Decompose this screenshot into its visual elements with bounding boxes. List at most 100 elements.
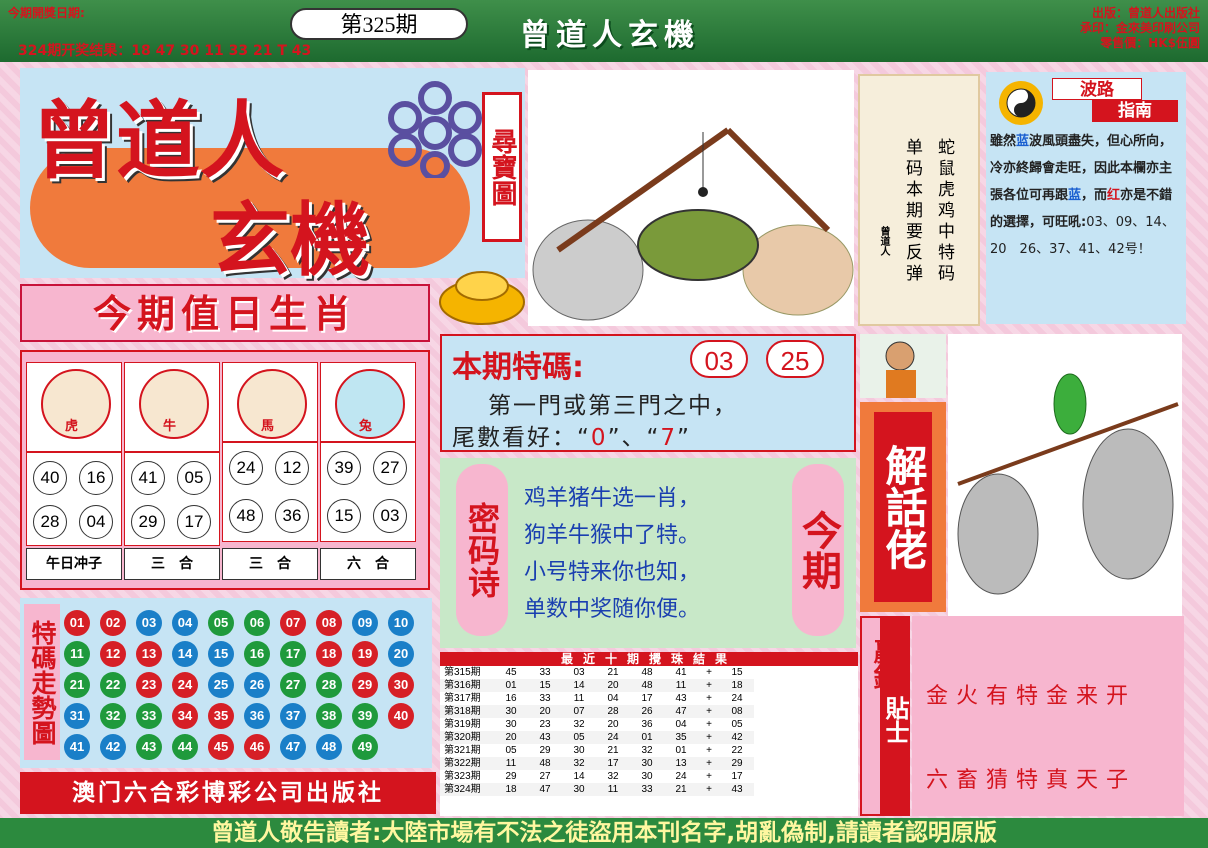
history-number: 29: [539, 745, 551, 756]
history-special: 18: [731, 680, 743, 691]
trend-ball: 38: [316, 703, 342, 729]
history-number: 01: [641, 732, 653, 743]
trend-ball: 37: [280, 703, 306, 729]
history-number: 36: [641, 719, 653, 730]
trend-ball: 21: [64, 672, 90, 698]
trend-ball: 45: [208, 734, 234, 760]
poem-line-1: 蛇鼠虎鸡中特码: [932, 138, 956, 285]
trend-ball: 11: [64, 641, 90, 667]
trend-ball: 10: [388, 610, 414, 636]
history-number: 30: [573, 745, 585, 756]
history-number: 21: [607, 745, 619, 756]
history-plus: +: [706, 745, 712, 756]
history-number: 18: [505, 784, 517, 795]
trend-ball: 18: [316, 641, 342, 667]
history-plus: +: [706, 680, 712, 691]
trend-ball: 09: [352, 610, 378, 636]
ox-icon: 牛: [124, 362, 220, 452]
last-result: 324期开奖结果：18 47 30 11 33 21 T 43: [18, 43, 312, 59]
trend-ball: 20: [388, 641, 414, 667]
trend-panel: 特碼走勢圖 01 02 03 04 05 06 07 08 09 10 11 12 13 14 15 16 17…: [20, 598, 432, 768]
zodiac-footer: 午日冲子: [26, 548, 122, 580]
history-row: 第316期 01 15 14 20 48 11 +18: [440, 679, 754, 692]
zodiac-column: 虎 40 16 28 04 午日冲子: [26, 362, 122, 584]
trend-ball: 19: [352, 641, 378, 667]
poem-line: 鸡羊猪牛选一肖，: [524, 486, 701, 511]
poem-char: 蛇: [934, 138, 954, 159]
history-period: 第317期: [444, 693, 481, 704]
history-number: 47: [675, 706, 687, 717]
trend-ball: 39: [352, 703, 378, 729]
zodiac-number: 48: [229, 499, 263, 533]
trend-ball: 25: [208, 672, 234, 698]
poem-char: 鸡: [934, 201, 954, 222]
wave-guide-panel: 波路 指南 雖然蓝波風頭盡失，但心所向，冷亦終歸會走旺，因此本欄亦主張各位可再跟…: [986, 72, 1186, 324]
zodiac-number: 41: [131, 461, 165, 495]
zodiac-name: 牛: [163, 419, 177, 434]
zodiac-numbers: 24 12 48 36: [222, 442, 318, 542]
special-code-line1: 第一門或第三門之中，: [488, 393, 738, 419]
special-code-panel: 本期特碼: 03 25 第一門或第三門之中， 尾數看好：“0”、“7”: [440, 334, 856, 452]
history-number: 48: [641, 667, 653, 678]
trend-ball: 43: [136, 734, 162, 760]
history-row: 第324期 18 47 30 11 33 21 +43: [440, 783, 754, 796]
history-plus: +: [706, 706, 712, 717]
poem-char: 特: [934, 243, 954, 264]
zodiac-number: 03: [373, 499, 407, 533]
history-number: 30: [641, 771, 653, 782]
history-number: 26: [641, 706, 653, 717]
zodiac-number: 04: [79, 505, 113, 539]
wave-guide-title-bottom: 指南: [1092, 100, 1178, 122]
history-number: 11: [675, 680, 687, 691]
secret-poem-panel: 密码诗 今期 鸡羊猪牛选一肖， 狗羊牛猴中了特。 小号特来你也知， 单数中奖随你…: [440, 458, 856, 648]
wave-guide-text: 雖然蓝波風頭盡失，但心所向，冷亦終歸會走旺，因此本欄亦主張各位可再跟蓝，而红亦是…: [990, 128, 1182, 263]
text-blue: 蓝: [1068, 188, 1082, 203]
history-special: 15: [731, 667, 743, 678]
history-number: 20: [505, 732, 517, 743]
history-period: 第323期: [444, 771, 481, 782]
center-title: 曾道人玄機: [520, 18, 700, 53]
trend-ball: 30: [388, 672, 414, 698]
history-special: 24: [731, 693, 743, 704]
history-plus: +: [706, 667, 712, 678]
trend-ball: 06: [244, 610, 270, 636]
zodiac-column: 馬 24 12 48 36 三 合: [222, 362, 318, 584]
text: ”、“: [607, 425, 661, 451]
poem-line: 单数中奖随你便。: [524, 597, 701, 622]
publisher-info: 出版：曾道人出版社 承印：金來美印刷公司 零售價：HK$伍圓: [1010, 6, 1200, 56]
man-icon: [885, 341, 916, 398]
zodiac-number: 15: [327, 499, 361, 533]
zodiac-number: 05: [177, 461, 211, 495]
poem-line: 狗羊牛猴中了特。: [524, 523, 701, 548]
trend-ball: 15: [208, 641, 234, 667]
history-special: 08: [731, 706, 743, 717]
history-row: 第321期 05 29 30 21 32 01 +22: [440, 744, 754, 757]
zodiac-footer: 六 合: [320, 548, 416, 580]
publisher-line: 承印：金來美印刷公司: [1079, 21, 1200, 35]
zodiac-number: 12: [275, 451, 309, 485]
frog-illustration-icon: [957, 373, 1179, 595]
tips-side-b: 貼士: [881, 696, 909, 744]
trend-ball: 26: [244, 672, 270, 698]
history-number: 48: [641, 680, 653, 691]
history-number: 43: [675, 693, 687, 704]
trend-title: 特碼走勢圖: [24, 604, 60, 760]
history-number: 01: [505, 680, 517, 691]
trend-ball: 01: [64, 610, 90, 636]
zodiac-columns: 虎 40 16 28 04 午日冲子 牛 41 05 29 17 三 合 馬 24 12 48 36 三 合 兔 39…: [26, 362, 426, 584]
history-number: 04: [607, 693, 619, 704]
rabbit-icon: 兔: [320, 362, 416, 442]
history-special: 17: [731, 771, 743, 782]
history-row: 第323期 29 27 14 32 30 24 +17: [440, 770, 754, 783]
trend-ball: 23: [136, 672, 162, 698]
trend-ball: 24: [172, 672, 198, 698]
history-period: 第322期: [444, 758, 481, 769]
tips-line-2: 六畜猜特真天子: [926, 768, 1137, 793]
text: ”: [677, 425, 691, 451]
horse-icon: 馬: [222, 362, 318, 442]
history-number: 17: [641, 693, 653, 704]
zodiac-column: 兔 39 27 15 03 六 合: [320, 362, 416, 584]
poem-line: 小号特来你也知，: [524, 560, 701, 585]
trend-ball: 08: [316, 610, 342, 636]
history-number: 13: [675, 758, 687, 769]
